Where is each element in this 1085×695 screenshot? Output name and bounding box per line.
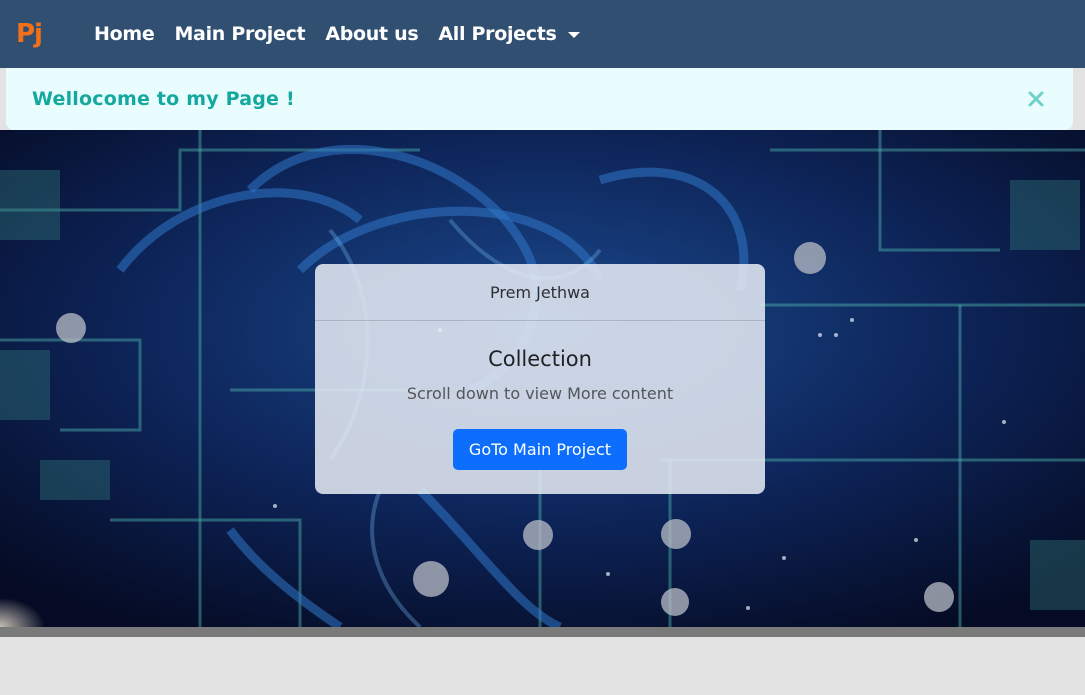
nav-link-about-us[interactable]: About us <box>325 23 418 45</box>
nav-link-home[interactable]: Home <box>94 23 155 45</box>
card-text: Scroll down to view More content <box>406 384 674 403</box>
top-navbar: Pj Home Main Project About us All Projec… <box>0 0 1085 68</box>
all-projects-label: All Projects <box>438 23 557 45</box>
all-projects-dropdown[interactable]: All Projects <box>438 23 580 45</box>
hero-bottom-edge <box>0 627 1085 637</box>
welcome-alert: Wellocome to my Page ! <box>6 68 1073 130</box>
goto-main-project-button[interactable]: GoTo Main Project <box>453 429 627 470</box>
intro-card: Prem Jethwa Collection Scroll down to vi… <box>315 264 765 494</box>
nav-links: Home Main Project About us All Projects <box>94 0 580 68</box>
chevron-down-icon <box>567 32 580 38</box>
close-icon[interactable] <box>1025 88 1047 110</box>
nav-link-main-project[interactable]: Main Project <box>174 23 305 45</box>
brand-logo[interactable]: Pj <box>16 18 43 50</box>
alert-message: Wellocome to my Page ! <box>32 88 295 110</box>
card-title: Collection <box>488 347 592 371</box>
card-header: Prem Jethwa <box>315 264 765 321</box>
